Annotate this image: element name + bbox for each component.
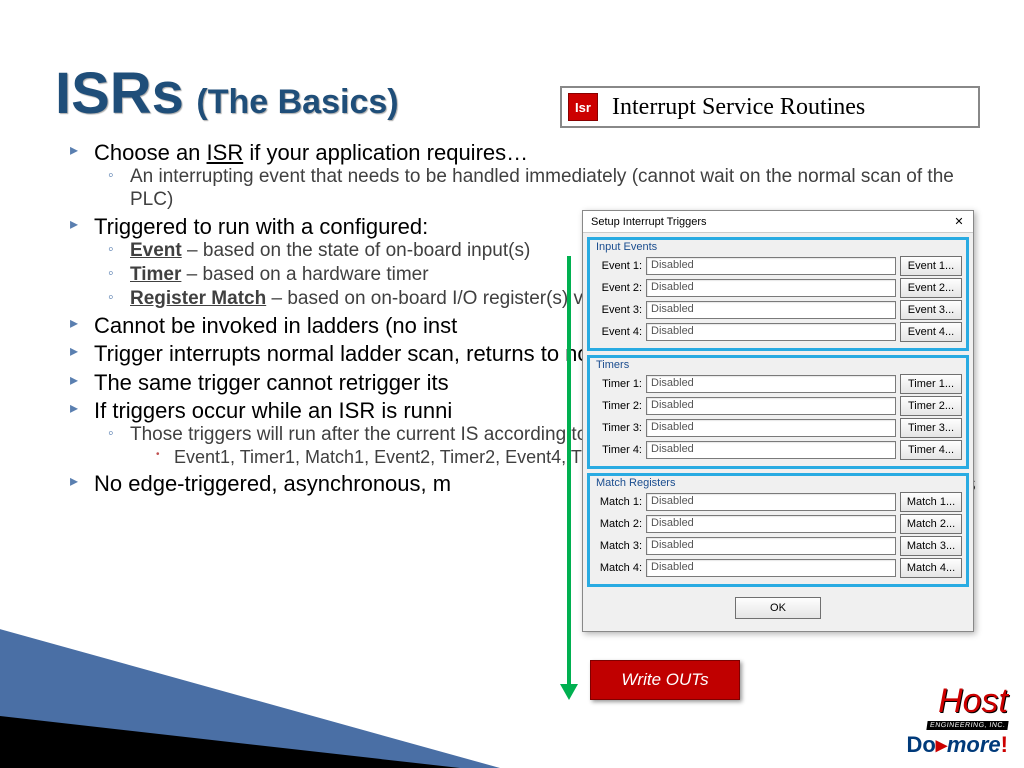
title-main: ISRs <box>55 61 184 126</box>
timer-field[interactable]: Disabled <box>646 441 896 459</box>
flow-arrow-icon <box>567 256 571 686</box>
group-input-events: Input Events Event 1:DisabledEvent 1...E… <box>587 237 969 351</box>
timer-field[interactable]: Disabled <box>646 375 896 393</box>
event-label: Event 4: <box>594 326 642 338</box>
match-field[interactable]: Disabled <box>646 493 896 511</box>
match-button-4[interactable]: Match 4... <box>900 558 962 578</box>
group-label-match: Match Registers <box>594 477 677 489</box>
timer-row: Timer 4: DisabledTimer 4... <box>594 440 962 460</box>
match-button-2[interactable]: Match 2... <box>900 514 962 534</box>
match-button-1[interactable]: Match 1... <box>900 492 962 512</box>
timer-label: Timer 1: <box>594 378 642 390</box>
match-row: Match 4: DisabledMatch 4... <box>594 558 962 578</box>
timer-button-4[interactable]: Timer 4... <box>900 440 962 460</box>
event-button-2[interactable]: Event 2... <box>900 278 962 298</box>
bullet-1: Choose an ISR if your application requir… <box>60 140 980 212</box>
event-button-3[interactable]: Event 3... <box>900 300 962 320</box>
match-row: Match 2: DisabledMatch 2... <box>594 514 962 534</box>
event-row: Event 2: DisabledEvent 2... <box>594 278 962 298</box>
write-outs-box: Write OUTs <box>590 660 740 700</box>
slide-title: ISRs (The Basics) <box>55 60 399 127</box>
bullet-1a: An interrupting event that needs to be h… <box>94 166 980 212</box>
host-sub: ENGINEERING, INC. <box>926 721 1009 730</box>
match-field[interactable]: Disabled <box>646 537 896 555</box>
match-label: Match 1: <box>594 496 642 508</box>
event-field[interactable]: Disabled <box>646 279 896 297</box>
event-row: Event 3: DisabledEvent 3... <box>594 300 962 320</box>
match-field[interactable]: Disabled <box>646 559 896 577</box>
event-row: Event 4: DisabledEvent 4... <box>594 322 962 342</box>
group-match: Match Registers Match 1:DisabledMatch 1.… <box>587 473 969 587</box>
domore-logo: Do▸more! <box>907 732 1009 758</box>
group-label-events: Input Events <box>594 241 659 253</box>
timer-button-2[interactable]: Timer 2... <box>900 396 962 416</box>
timer-row: Timer 3: DisabledTimer 3... <box>594 418 962 438</box>
match-label: Match 4: <box>594 562 642 574</box>
group-label-timers: Timers <box>594 359 631 371</box>
match-label: Match 2: <box>594 518 642 530</box>
isr-icon: Isr <box>568 93 598 121</box>
timer-label: Timer 2: <box>594 400 642 412</box>
ok-button[interactable]: OK <box>735 597 821 619</box>
logo-area: Host ENGINEERING, INC. Do▸more! <box>907 690 1009 758</box>
close-icon[interactable]: ✕ <box>949 215 969 228</box>
timer-field[interactable]: Disabled <box>646 397 896 415</box>
event-label: Event 2: <box>594 282 642 294</box>
timer-label: Timer 4: <box>594 444 642 456</box>
match-label: Match 3: <box>594 540 642 552</box>
timer-button-1[interactable]: Timer 1... <box>900 374 962 394</box>
timer-row: Timer 2: DisabledTimer 2... <box>594 396 962 416</box>
host-logo: Host <box>907 690 1009 714</box>
timer-label: Timer 3: <box>594 422 642 434</box>
dialog-titlebar[interactable]: Setup Interrupt Triggers ✕ <box>583 211 973 233</box>
event-field[interactable]: Disabled <box>646 301 896 319</box>
event-label: Event 1: <box>594 260 642 272</box>
event-button-1[interactable]: Event 1... <box>900 256 962 276</box>
event-button-4[interactable]: Event 4... <box>900 322 962 342</box>
group-timers: Timers Timer 1:DisabledTimer 1...Timer 2… <box>587 355 969 469</box>
match-field[interactable]: Disabled <box>646 515 896 533</box>
timer-field[interactable]: Disabled <box>646 419 896 437</box>
match-row: Match 3: DisabledMatch 3... <box>594 536 962 556</box>
match-button-3[interactable]: Match 3... <box>900 536 962 556</box>
title-sub: (The Basics) <box>196 83 398 121</box>
event-field[interactable]: Disabled <box>646 257 896 275</box>
event-label: Event 3: <box>594 304 642 316</box>
match-row: Match 1: DisabledMatch 1... <box>594 492 962 512</box>
timer-button-3[interactable]: Timer 3... <box>900 418 962 438</box>
header-box-text: Interrupt Service Routines <box>612 94 865 121</box>
event-field[interactable]: Disabled <box>646 323 896 341</box>
footer-triangle-black <box>0 716 460 768</box>
setup-interrupt-dialog: Setup Interrupt Triggers ✕ Input Events … <box>582 210 974 632</box>
header-box: Isr Interrupt Service Routines <box>560 86 980 128</box>
dialog-title: Setup Interrupt Triggers <box>591 216 707 228</box>
event-row: Event 1: DisabledEvent 1... <box>594 256 962 276</box>
timer-row: Timer 1: DisabledTimer 1... <box>594 374 962 394</box>
